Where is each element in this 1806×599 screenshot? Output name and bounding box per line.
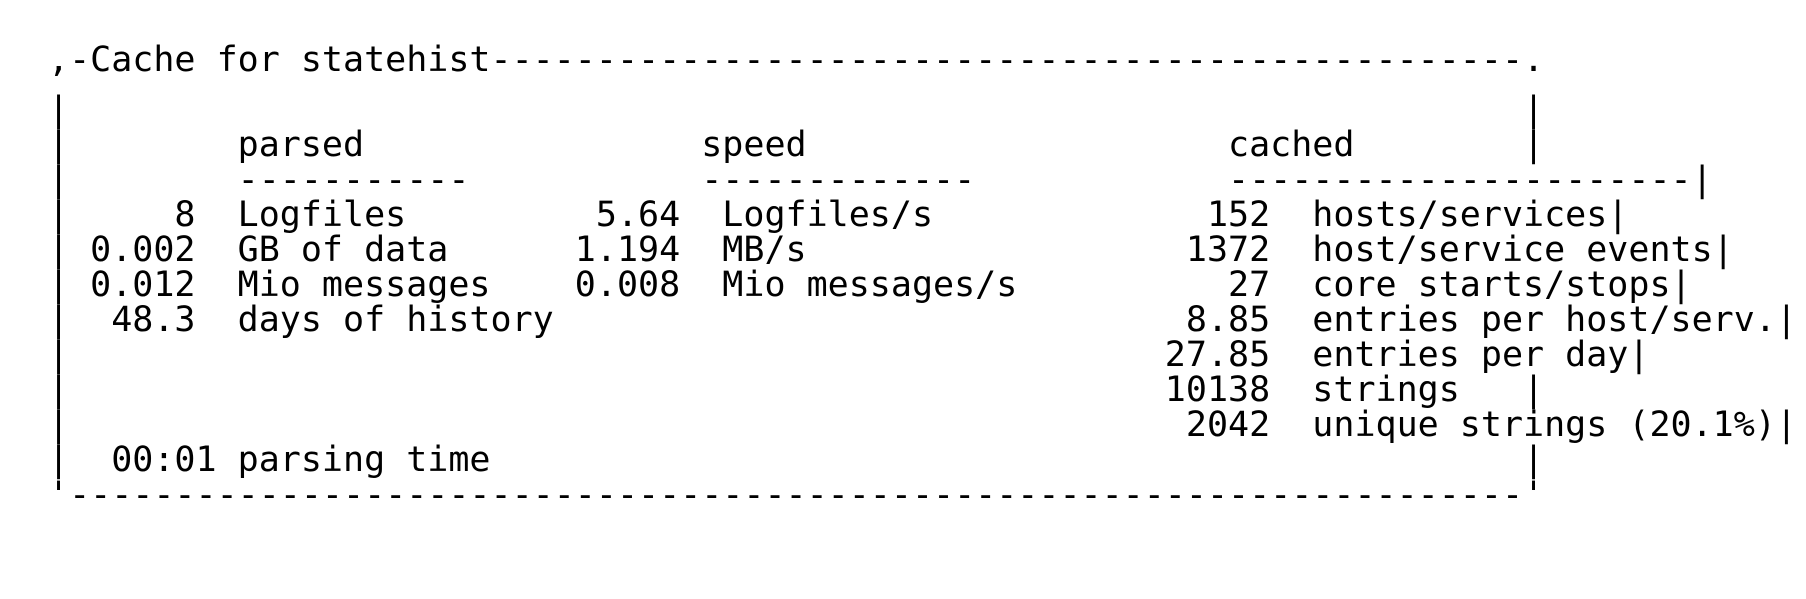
box-blank-line: | |: [48, 90, 1545, 130]
column-headers: | parsed speed cached |: [48, 125, 1545, 165]
box-bottom-border: '---------------------------------------…: [48, 475, 1545, 515]
box-title-border: ,-Cache for statehist-------------------…: [48, 40, 1545, 80]
statistics-row: | 8 Logfiles 5.64 Logfiles/s 152 hosts/s…: [48, 195, 1629, 235]
parsing-time-line: | 00:01 parsing time |: [48, 440, 1545, 480]
statistics-row: | 27.85 entries per day|: [48, 335, 1650, 375]
statistics-row: | 48.3 days of history 8.85 entries per …: [48, 300, 1797, 340]
cache-statistics-panel: ,-Cache for statehist-------------------…: [48, 0, 1797, 599]
statistics-row: | 2042 unique strings (20.1%)|: [48, 405, 1797, 445]
column-header-underlines: | ----------- ------------- ------------…: [48, 160, 1713, 200]
statistics-row: | 10138 strings |: [48, 370, 1545, 410]
statistics-row: | 0.012 Mio messages 0.008 Mio messages/…: [48, 265, 1692, 305]
statistics-row: | 0.002 GB of data 1.194 MB/s 1372 host/…: [48, 230, 1734, 270]
